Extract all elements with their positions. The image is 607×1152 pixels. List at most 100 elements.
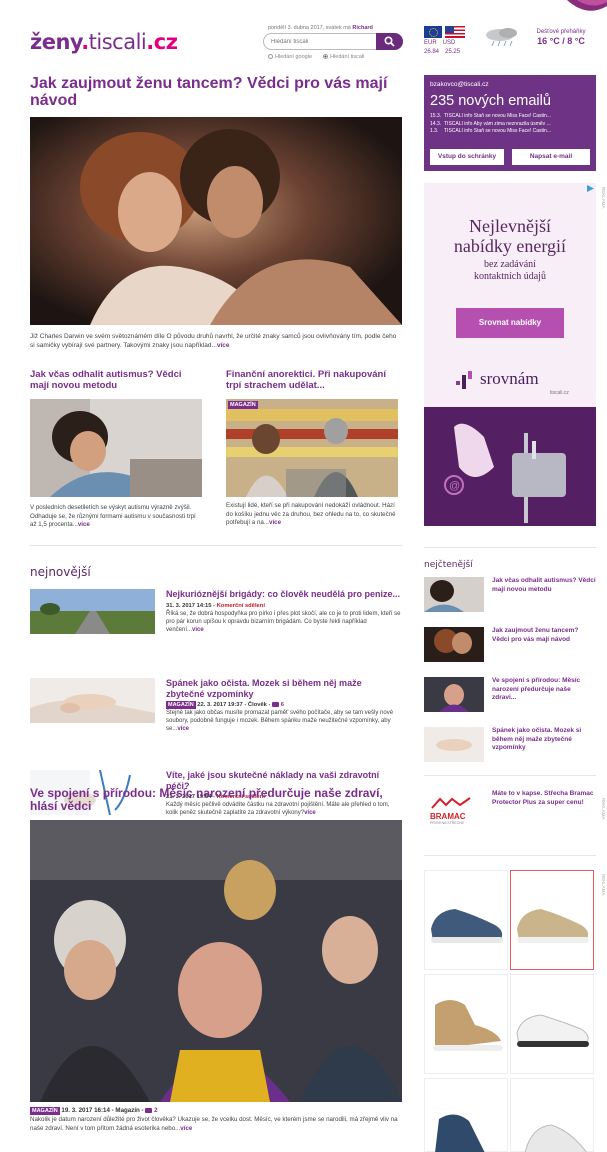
sidebar-divider	[424, 855, 596, 856]
mail-item[interactable]: 14.3. TISCALI info Aby vám zima neznrazil…	[430, 121, 592, 129]
currency-widget[interactable]: EUR USD 26.84 25.25	[424, 26, 470, 56]
popular-item: Spánek jako očista. Mozek si během něj m…	[424, 727, 596, 769]
sidebar-divider	[424, 775, 596, 776]
search-icon	[384, 36, 395, 47]
popular-item-image[interactable]	[424, 627, 484, 662]
write-email-button[interactable]: Napsat e-mail	[512, 149, 590, 165]
shoe-product[interactable]	[510, 974, 594, 1074]
sub-article: Jak včas odhalit autismus? Vědci mají no…	[30, 369, 202, 530]
sneaker-image	[516, 1014, 589, 1047]
search-button[interactable]	[376, 33, 403, 50]
energy-ad[interactable]: Nejlevnější nabídky energií bez zadávání…	[424, 183, 606, 526]
popular-item: Jak zaujmout ženu tancem? Vědci pro vás …	[424, 627, 596, 669]
mail-list: 15.3. TISCALI info Staň se novou Miss Fac…	[430, 113, 592, 136]
radio-tiscali[interactable]	[323, 54, 329, 59]
lead-article-title[interactable]: Jak zaujmout ženu tancem? Vědci pro vás …	[30, 75, 402, 109]
big-article-image[interactable]	[30, 820, 402, 1102]
magazin-badge[interactable]: MAGAZÍN	[228, 401, 258, 409]
shoe-product[interactable]	[424, 974, 508, 1074]
big-article-perex: Nakolik je datum narození důležité pro ž…	[30, 1116, 402, 1133]
sub-perex-text: V posledních desetiletích se výskyt auti…	[30, 504, 196, 528]
ad-tag: REKLAMA	[601, 187, 606, 209]
sub-perex-text: Existují lidé, kteří se při nakupování n…	[226, 502, 396, 526]
shoe-product[interactable]	[510, 1078, 594, 1152]
bramac-ad[interactable]: BRAMAC PRVNÍ NA STŘECHE Máte to v kapse.…	[424, 788, 606, 838]
news-item-title[interactable]: Spánek jako očista. Mozek si během něj m…	[166, 678, 402, 699]
mail-item[interactable]: 1.3. TISCALI info Staň se novou Miss Face…	[430, 128, 592, 136]
shoes-ad[interactable]: ▷✕	[424, 870, 606, 1152]
eur-value: 26.84	[424, 49, 440, 55]
bramac-logo-text: BRAMAC	[430, 812, 466, 821]
news-item-meta: MAGAZÍN 22. 3. 2017 19:37 - Člověk - 6	[166, 701, 402, 709]
popular-item-image[interactable]	[424, 577, 484, 612]
mail-count[interactable]: 235 nových emailů	[430, 93, 551, 109]
lead-more-link[interactable]: více	[217, 342, 230, 349]
sneaker-image	[433, 1000, 503, 1051]
lead-article-image[interactable]	[30, 117, 402, 325]
sub-article-image[interactable]	[30, 399, 202, 497]
logo-tld: .cz	[146, 30, 178, 54]
sub-article-perex: V posledních desetiletích se výskyt auti…	[30, 504, 202, 530]
ad-tag: REKLAMA	[601, 874, 606, 896]
shoe-product[interactable]	[510, 870, 594, 970]
big-article-comments[interactable]: 2	[154, 1107, 157, 1114]
news-more-link[interactable]: více	[177, 726, 189, 732]
mail-widget: bzakovco@tiscali.cz 235 nových emailů 15…	[424, 75, 596, 171]
news-item-comments[interactable]: 6	[281, 702, 284, 708]
shoe-product[interactable]	[424, 1078, 508, 1152]
magazin-badge[interactable]: MAGAZÍN	[30, 1107, 60, 1115]
inbox-button[interactable]: Vstup do schránky	[430, 149, 504, 165]
ad-choices-icon[interactable]	[587, 185, 594, 192]
compare-offers-button[interactable]: Srovnat nabídky	[456, 308, 564, 338]
radio-tiscali-label: Hledání tiscali	[330, 54, 365, 60]
big-article-title[interactable]: Ve spojení s přírodou: Měsíc narození př…	[30, 787, 402, 813]
search-engine-radios: Hledání google Hledání tiscali	[268, 54, 364, 60]
popular-item-image[interactable]	[424, 727, 484, 762]
sub-article-image[interactable]: MAGAZÍN	[226, 399, 398, 497]
bramac-logo: BRAMAC PRVNÍ NA STŘECHE	[430, 796, 472, 826]
sub-article-title[interactable]: Jak včas odhalit autismus? Vědci mají no…	[30, 369, 202, 393]
mail-item[interactable]: 15.3. TISCALI info Staň se novou Miss Fac…	[430, 113, 592, 121]
sneaker-image	[435, 1114, 485, 1152]
sneaker-image	[431, 909, 503, 943]
popular-item-title[interactable]: Ve spojení s přírodou: Měsíc narození př…	[492, 677, 596, 703]
weather-desc: Dešťové přeháňky	[536, 29, 586, 35]
sub-more-link[interactable]: více	[78, 521, 90, 528]
shoe-product[interactable]	[424, 870, 508, 970]
popular-item: Ve spojení s přírodou: Měsíc narození př…	[424, 677, 596, 719]
popular-heading: nejčtenější	[424, 560, 473, 570]
news-item-title[interactable]: Nejkurióznější brigády: co člověk neuděl…	[166, 589, 402, 600]
news-item-image[interactable]	[30, 678, 155, 723]
mail-subject: TISCALI info Aby vám zima neznrazila úsm…	[444, 120, 551, 127]
news-item-image[interactable]	[30, 589, 155, 634]
page-header: ženy.tiscali.cz pondělí 3. dubna 2017, s…	[0, 0, 607, 75]
sub-article: Finanční anorektici. Při nakupování trpí…	[226, 369, 398, 528]
popular-item-title[interactable]: Jak zaujmout ženu tancem? Vědci pro vás …	[492, 627, 596, 644]
mail-subject: TISCALI info Staň se novou Miss Face! Ca…	[444, 128, 551, 134]
newest-heading: nejnovější	[30, 565, 91, 579]
popular-item-title[interactable]: Spánek jako očista. Mozek si během něj m…	[492, 727, 596, 753]
sub-more-link[interactable]: více	[269, 519, 281, 526]
logo-main: ženy	[30, 30, 82, 54]
lead-article-perex: Již Charles Darwin ve svém světoznámém d…	[30, 332, 402, 350]
comment-icon	[145, 1108, 153, 1113]
roof-icon	[431, 797, 471, 809]
sneaker-image	[524, 1124, 587, 1152]
site-logo[interactable]: ženy.tiscali.cz	[30, 30, 178, 54]
supermarket-photo	[226, 399, 398, 497]
bramac-ad-text[interactable]: Máte to v kapse. Střecha Bramac Protecto…	[492, 790, 596, 807]
news-more-link[interactable]: více	[192, 627, 204, 633]
news-item-date: 22. 3. 2017 19:37 - Člověk -	[197, 702, 273, 708]
popular-item-image[interactable]	[424, 677, 484, 712]
news-item-category[interactable]: Komerční sdělení	[217, 603, 265, 609]
popular-item-title[interactable]: Jak včas odhalit autismus? Vědci mají no…	[492, 577, 596, 594]
big-article-date: 19. 3. 2017 16:14 - Magazín -	[61, 1107, 146, 1114]
radio-google[interactable]	[268, 54, 273, 59]
bar-chart-icon	[456, 371, 472, 389]
sub-article-title[interactable]: Finanční anorektici. Při nakupování trpí…	[226, 369, 398, 393]
ad-line-4: kontaktních údajů	[474, 271, 546, 282]
magazin-badge[interactable]: MAGAZÍN	[166, 701, 196, 709]
big-article-meta: MAGAZÍN 19. 3. 2017 16:14 - Magazín - 2	[30, 1107, 402, 1115]
search-input[interactable]	[271, 37, 371, 47]
big-more-link[interactable]: více	[180, 1125, 192, 1132]
